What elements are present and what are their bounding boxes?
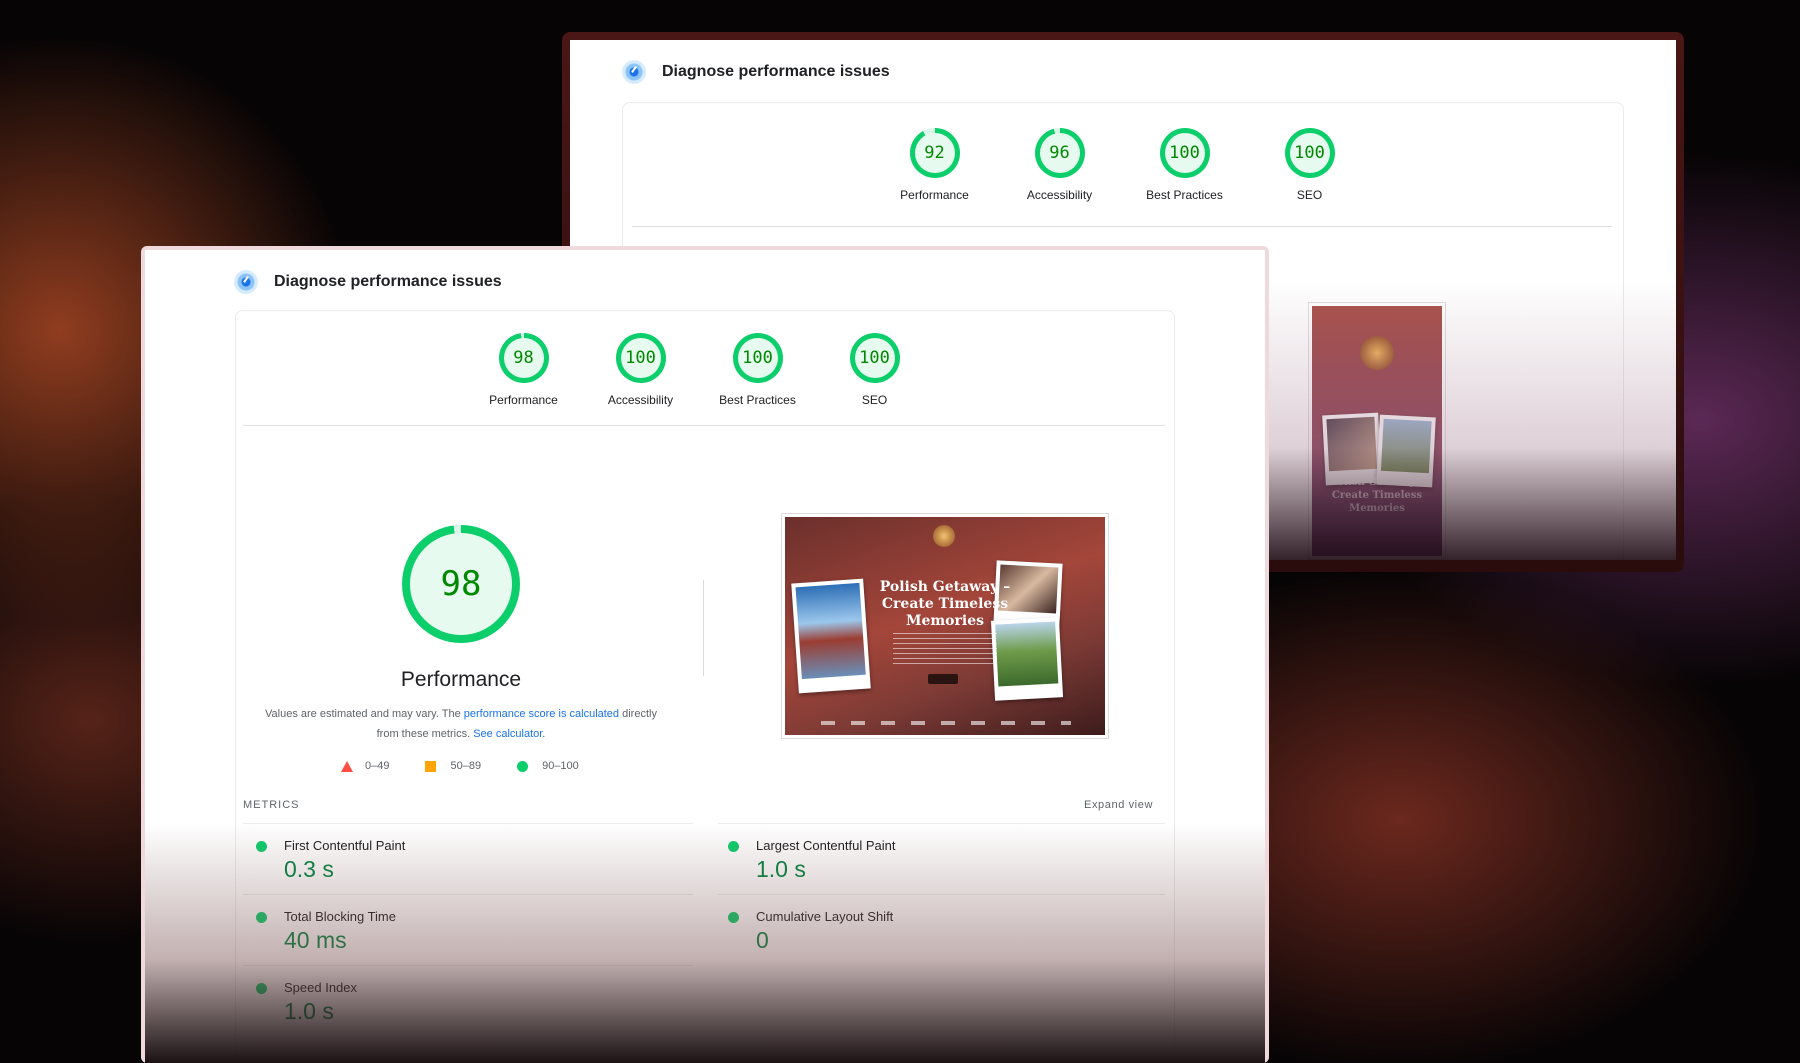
gauge-ring: 92 <box>909 128 960 178</box>
gauge-ring: 100 <box>615 333 666 383</box>
back-diagnose-title: Diagnose performance issues <box>662 63 890 80</box>
thumbnail-button <box>928 674 958 684</box>
performance-score-value: 98 <box>440 564 482 604</box>
metrics-divider <box>243 894 693 895</box>
front-divider <box>243 425 1165 426</box>
back-gauge-accessibility[interactable]: 96 Accessibility <box>997 128 1122 202</box>
legend-fail: 0–49 <box>341 760 389 772</box>
gauge-label: Best Practices <box>1146 188 1223 202</box>
front-diagnose-header: Diagnose performance issues <box>234 270 502 294</box>
legend-pass: 90–100 <box>517 760 579 772</box>
gauge-label: Best Practices <box>719 393 796 407</box>
site-logo-icon <box>1360 336 1394 370</box>
pass-circle-icon <box>256 841 267 852</box>
thumbnail-body-text <box>893 633 997 665</box>
thumbnail-title: Polish Getaway – Create Timeless Memorie… <box>879 579 1011 629</box>
front-gauge-seo[interactable]: 100 SEO <box>816 333 933 407</box>
gauge-label: SEO <box>861 393 888 407</box>
photo-thumbnail <box>1322 412 1382 486</box>
gauge-label: SEO <box>1296 188 1323 202</box>
legend-average: 50–89 <box>425 760 481 772</box>
pass-circle-icon <box>256 912 267 923</box>
expand-view-button[interactable]: Expand view <box>1084 799 1153 811</box>
pass-circle-icon <box>517 760 529 772</box>
gauge-ring: 96 <box>1034 128 1085 178</box>
back-gauge-seo[interactable]: 100 SEO <box>1247 128 1372 202</box>
section-divider <box>703 580 704 676</box>
gauge-ring: 100 <box>732 333 783 383</box>
performance-score-gauge: 98 <box>402 525 520 643</box>
performance-note: Values are estimated and may vary. The p… <box>265 708 657 740</box>
gauge-label: Performance <box>489 393 558 407</box>
see-calculator-link[interactable]: See calculator. <box>473 728 545 740</box>
front-gauge-accessibility[interactable]: 100 Accessibility <box>582 333 699 407</box>
photo-thumbnail <box>791 578 871 694</box>
metrics-divider <box>718 823 1165 824</box>
back-diagnose-header: Diagnose performance issues <box>622 60 890 84</box>
pass-circle-icon <box>256 983 267 994</box>
back-divider <box>632 226 1612 227</box>
front-gauge-row: 98 Performance 100 Accessibility 100 Bes… <box>465 333 933 407</box>
metrics-divider <box>243 823 693 824</box>
metrics-divider <box>243 965 693 966</box>
pass-circle-icon <box>728 912 739 923</box>
mobile-screenshot-thumbnail: Polish Getaway – Create Timeless Memorie… <box>1308 302 1446 560</box>
performance-title: Performance <box>400 668 522 691</box>
front-gauge-performance[interactable]: 98 Performance <box>465 333 582 407</box>
desktop-screenshot-thumbnail: Polish Getaway – Create Timeless Memorie… <box>781 513 1109 739</box>
score-legend: 0–49 50–89 90–100 <box>341 760 615 772</box>
back-gauge-best-practices[interactable]: 100 Best Practices <box>1122 128 1247 202</box>
thumbnail-nav <box>821 721 1071 725</box>
back-gauge-performance[interactable]: 92 Performance <box>872 128 997 202</box>
pass-circle-icon <box>728 841 739 852</box>
front-report-panel: Diagnose performance issues 98 Performan… <box>145 250 1265 1063</box>
fail-triangle-icon <box>341 760 353 772</box>
gauge-label: Performance <box>900 188 969 202</box>
site-logo-icon <box>933 525 955 547</box>
mobile-thumbnail-title: Polish Getaway – Create Timeless Memorie… <box>1330 477 1424 514</box>
lighthouse-icon <box>234 270 258 294</box>
front-gauge-best-practices[interactable]: 100 Best Practices <box>699 333 816 407</box>
gauge-ring: 100 <box>1159 128 1210 178</box>
front-diagnose-title: Diagnose performance issues <box>274 273 502 290</box>
average-square-icon <box>425 760 437 772</box>
gauge-label: Accessibility <box>607 393 674 407</box>
gauge-label: Accessibility <box>1026 188 1093 202</box>
gauge-ring: 100 <box>1284 128 1335 178</box>
gauge-ring: 98 <box>498 333 549 383</box>
back-gauge-row: 92 Performance 96 Accessibility 100 Best… <box>872 128 1372 202</box>
performance-score-link[interactable]: performance score is calculated <box>464 708 619 720</box>
metrics-label: METRICS <box>243 799 300 811</box>
lighthouse-icon <box>622 60 646 84</box>
metrics-divider <box>718 894 1165 895</box>
gauge-ring: 100 <box>849 333 900 383</box>
